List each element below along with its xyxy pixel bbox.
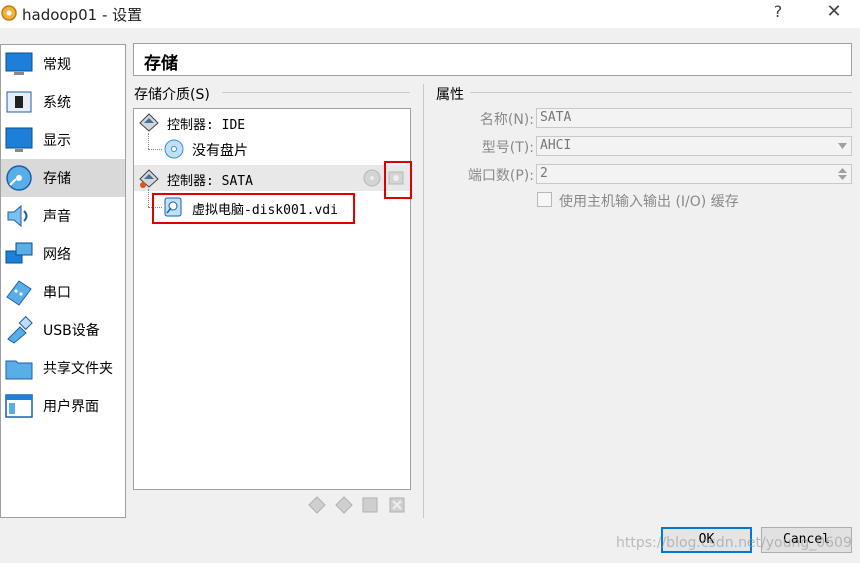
- sata-controller-icon: [139, 169, 159, 188]
- remove-controller-icon[interactable]: [334, 495, 354, 515]
- display-monitor-icon: [5, 127, 33, 152]
- audio-speaker-icon: [7, 204, 28, 228]
- general-monitor-icon: [5, 52, 33, 75]
- page-header: 存储: [133, 43, 852, 76]
- spin-arrows-icon[interactable]: [838, 167, 847, 181]
- attributes-separator: [470, 92, 852, 93]
- tree-row-ide-controller[interactable]: 控制器: IDE: [134, 109, 410, 135]
- virtualbox-app-icon: [1, 5, 17, 21]
- add-controller-icon[interactable]: [307, 495, 327, 515]
- sidebar-item-label: 用户界面: [43, 399, 99, 415]
- window-title: hadoop01 - 设置: [22, 6, 143, 24]
- watermark: https://blog.csdn.net/young_0609: [616, 535, 852, 551]
- page-title: 存储: [144, 54, 178, 74]
- optical-disc-icon: [164, 139, 184, 159]
- title-bar: hadoop01 - 设置 ? ✕: [0, 0, 860, 28]
- ide-controller-label: 控制器: IDE: [167, 118, 246, 133]
- sidebar-item-label: 共享文件夹: [43, 361, 113, 377]
- close-button[interactable]: ✕: [822, 1, 846, 25]
- attributes-label: 属性: [436, 87, 464, 103]
- sidebar-item-shared-folders[interactable]: 共享文件夹: [1, 349, 125, 387]
- sidebar-item-usb[interactable]: USB设备: [1, 311, 125, 349]
- sidebar-item-system[interactable]: 系统: [1, 83, 125, 121]
- user-interface-icon: [5, 394, 33, 418]
- sidebar-item-label: 网络: [43, 247, 71, 263]
- sidebar-item-network[interactable]: 网络: [1, 235, 125, 273]
- type-select-value: AHCI: [540, 138, 572, 153]
- sidebar-item-storage[interactable]: 存储: [1, 159, 125, 197]
- system-chip-icon: [6, 91, 32, 113]
- name-field[interactable]: SATA: [536, 108, 852, 128]
- sidebar-item-audio[interactable]: 声音: [1, 197, 125, 235]
- port-count-value: 2: [540, 166, 548, 181]
- shared-folder-icon: [5, 360, 33, 380]
- tree-row-sata-controller[interactable]: 控制器: SATA: [134, 165, 410, 191]
- storage-disk-icon: [6, 165, 32, 191]
- type-select[interactable]: AHCI: [536, 136, 852, 156]
- help-button[interactable]: ?: [768, 2, 788, 24]
- add-optical-drive-icon[interactable]: [362, 168, 382, 188]
- settings-sidebar: 常规 系统 显示 存储 声音 网络 串口 USB设备 共享文件夹 用户界面: [0, 44, 126, 518]
- host-io-cache-checkbox[interactable]: [537, 192, 552, 207]
- sidebar-item-label: 存储: [43, 171, 71, 187]
- name-field-label: 名称(N):: [479, 112, 534, 128]
- sidebar-item-general[interactable]: 常规: [1, 45, 125, 83]
- add-attachment-icon[interactable]: [360, 495, 380, 515]
- port-count-spinbox[interactable]: 2: [536, 164, 852, 184]
- sidebar-item-user-interface[interactable]: 用户界面: [1, 387, 125, 425]
- sidebar-item-display[interactable]: 显示: [1, 121, 125, 159]
- sidebar-item-label: 常规: [43, 57, 71, 73]
- tree-row-empty-disc[interactable]: 没有盘片: [134, 136, 410, 162]
- highlight-vdi-disk-box: [152, 193, 355, 224]
- storage-media-label: 存储介质(S): [134, 87, 210, 103]
- chevron-down-icon: [838, 143, 847, 149]
- storage-tree[interactable]: 控制器: IDE 没有盘片 控制器: SATA 虚拟电脑-disk001.vdi: [133, 108, 412, 490]
- panel-separator: [423, 84, 424, 518]
- sidebar-item-serial[interactable]: 串口: [1, 273, 125, 311]
- empty-disc-label: 没有盘片: [192, 143, 248, 159]
- sidebar-item-label: 系统: [43, 95, 71, 111]
- remove-attachment-icon[interactable]: [387, 495, 407, 515]
- port-count-label: 端口数(P):: [467, 168, 534, 184]
- ide-controller-icon: [139, 113, 159, 132]
- type-field-label: 型号(T):: [481, 140, 534, 156]
- sidebar-item-label: USB设备: [43, 323, 100, 339]
- network-icon: [5, 242, 33, 264]
- serial-port-icon: [6, 280, 32, 306]
- sidebar-item-label: 显示: [43, 133, 71, 149]
- usb-icon: [7, 315, 33, 344]
- sata-controller-label: 控制器: SATA: [167, 174, 253, 189]
- sidebar-item-label: 串口: [43, 285, 71, 301]
- storage-separator: [222, 92, 410, 93]
- host-io-cache-label: 使用主机输入输出 (I/O) 缓存: [559, 194, 739, 210]
- sidebar-item-label: 声音: [43, 209, 71, 225]
